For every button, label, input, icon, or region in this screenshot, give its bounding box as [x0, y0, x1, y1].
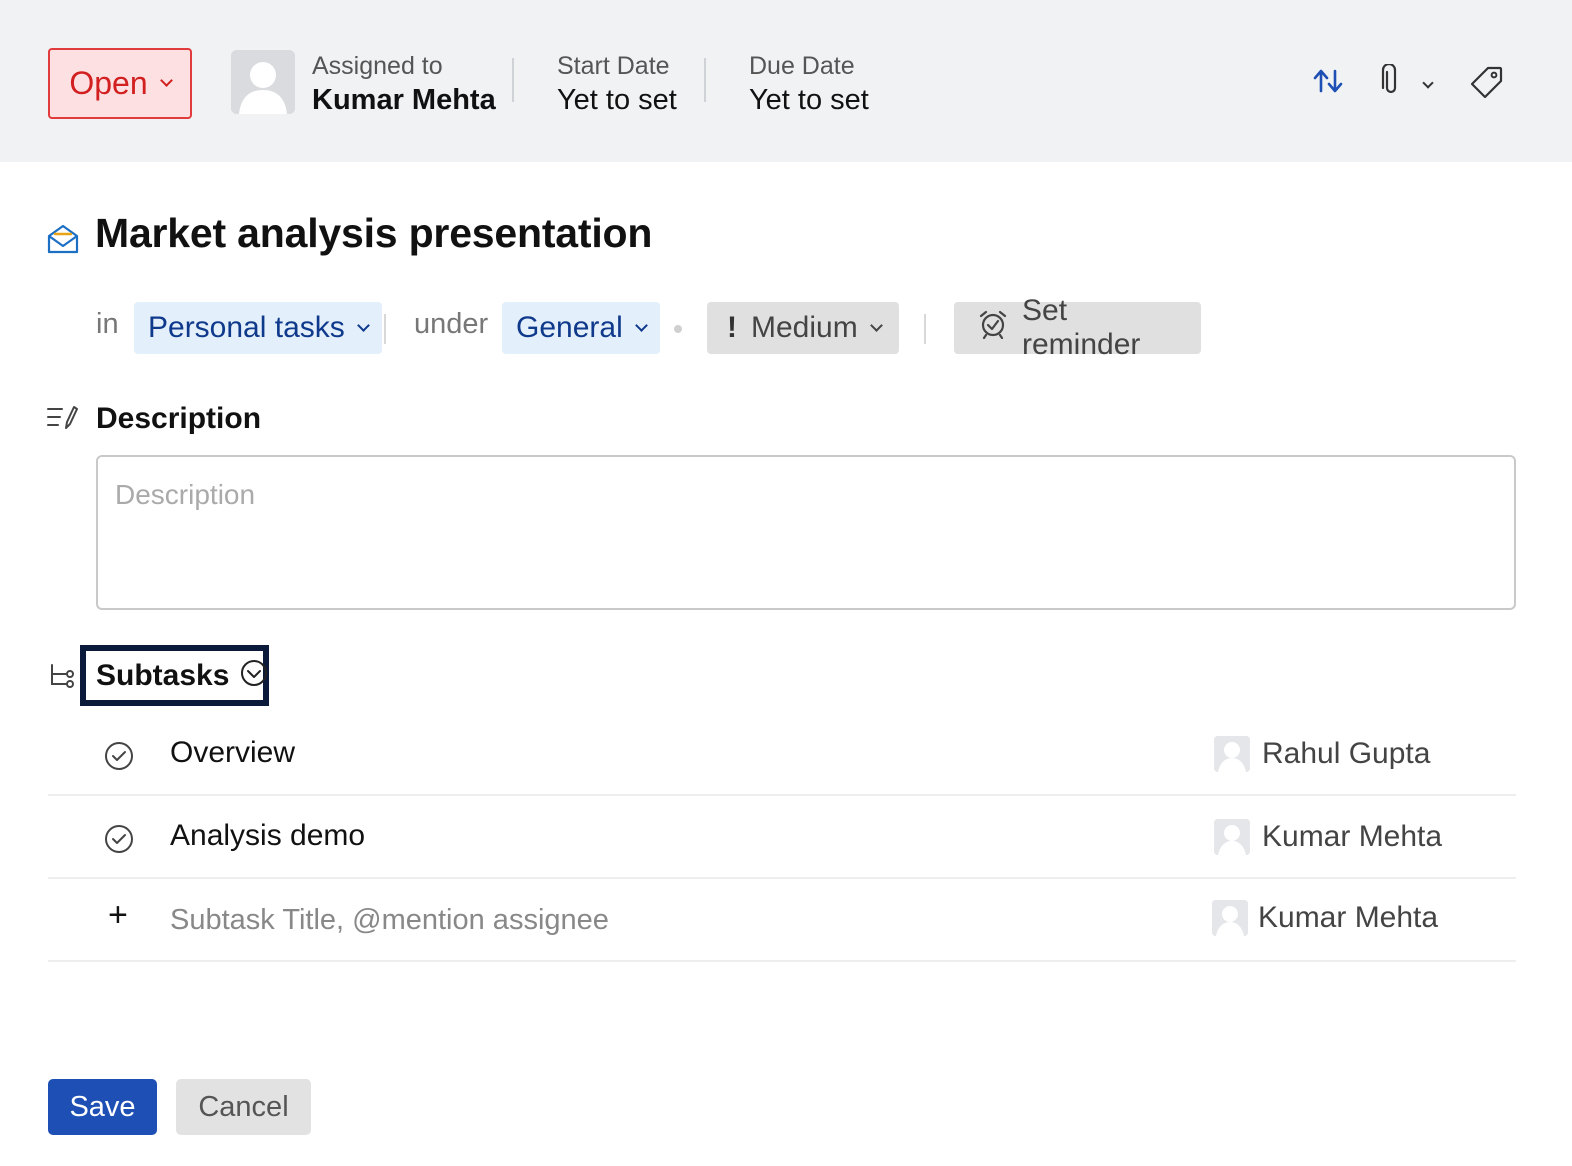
description-heading: Description	[96, 402, 262, 435]
in-label: in	[96, 308, 119, 340]
subtask-tree-icon	[48, 662, 76, 695]
divider	[704, 58, 706, 102]
assignee-name: Rahul Gupta	[1262, 737, 1431, 770]
plus-icon[interactable]: +	[108, 896, 128, 935]
subtask-title[interactable]: Analysis demo	[170, 819, 365, 853]
assigned-to-label: Assigned to	[312, 52, 443, 80]
start-date-label: Start Date	[557, 52, 670, 80]
user-placeholder-icon	[231, 50, 295, 114]
reorder-arrows-icon[interactable]	[1312, 66, 1344, 101]
set-reminder-button[interactable]: Set reminder	[954, 294, 1201, 361]
cancel-button[interactable]: Cancel	[176, 1079, 311, 1135]
chevron-down-icon[interactable]	[1422, 74, 1434, 92]
divider	[512, 58, 514, 102]
check-circle-icon[interactable]	[104, 741, 134, 771]
due-date-label: Due Date	[749, 52, 855, 80]
exclamation-icon: !	[727, 311, 737, 344]
subtask-assignee[interactable]: Rahul Gupta	[1214, 736, 1430, 772]
start-date-value: Yet to set	[557, 84, 677, 116]
separator-dot	[674, 325, 682, 333]
subtask-row[interactable]: Overview Rahul Gupta	[48, 714, 1516, 796]
assignee-avatar[interactable]	[231, 50, 295, 114]
description-input[interactable]	[96, 455, 1516, 610]
edit-description-icon	[46, 404, 78, 437]
status-dropdown[interactable]: Open	[48, 48, 192, 119]
task-header-bar: Open Assigned to Kumar Mehta Start Date …	[0, 0, 1572, 162]
divider	[924, 314, 926, 344]
user-placeholder-icon	[1214, 736, 1250, 772]
priority-label: Medium	[751, 311, 858, 344]
open-envelope-icon	[46, 222, 80, 256]
divider	[384, 314, 386, 344]
due-date-value: Yet to set	[749, 84, 869, 116]
task-title[interactable]: Market analysis presentation	[95, 210, 652, 257]
chevron-down-icon	[159, 74, 173, 87]
status-label: Open	[69, 65, 148, 101]
chevron-down-icon	[869, 318, 883, 332]
user-placeholder-icon	[1212, 900, 1248, 936]
new-subtask-row: + Kumar Mehta	[48, 880, 1516, 962]
assignee-name: Kumar Mehta	[1258, 901, 1439, 934]
due-date-block[interactable]: Due Date Yet to set	[749, 50, 869, 118]
chevron-circle-down-icon	[239, 658, 269, 693]
subtask-assignee[interactable]: Kumar Mehta	[1214, 819, 1442, 855]
set-reminder-label: Set reminder	[1022, 294, 1141, 361]
chevron-down-icon	[634, 318, 648, 332]
assignee-name: Kumar Mehta	[1262, 820, 1443, 853]
subtask-title[interactable]: Overview	[170, 736, 295, 770]
save-button[interactable]: Save	[48, 1079, 157, 1135]
assigned-to-block[interactable]: Assigned to Kumar Mehta	[312, 50, 496, 118]
section-dropdown[interactable]: General	[502, 302, 660, 354]
tag-icon[interactable]	[1470, 65, 1504, 104]
subtask-row[interactable]: Analysis demo Kumar Mehta	[48, 797, 1516, 879]
under-label: under	[414, 308, 489, 340]
check-circle-icon[interactable]	[104, 824, 134, 854]
new-subtask-input[interactable]	[170, 898, 870, 942]
start-date-block[interactable]: Start Date Yet to set	[557, 50, 677, 118]
priority-dropdown[interactable]: ! Medium	[707, 302, 899, 354]
list-dropdown[interactable]: Personal tasks	[134, 302, 382, 354]
paperclip-icon[interactable]	[1380, 62, 1402, 103]
new-subtask-assignee[interactable]: Kumar Mehta	[1212, 900, 1438, 936]
user-placeholder-icon	[1214, 819, 1250, 855]
alarm-clock-icon	[978, 309, 1008, 347]
assigned-to-value: Kumar Mehta	[312, 84, 496, 116]
subtasks-toggle[interactable]: Subtasks	[80, 645, 269, 706]
section-label: General	[516, 311, 623, 344]
chevron-down-icon	[356, 318, 370, 332]
subtasks-heading: Subtasks	[96, 658, 230, 692]
list-label: Personal tasks	[148, 311, 345, 344]
